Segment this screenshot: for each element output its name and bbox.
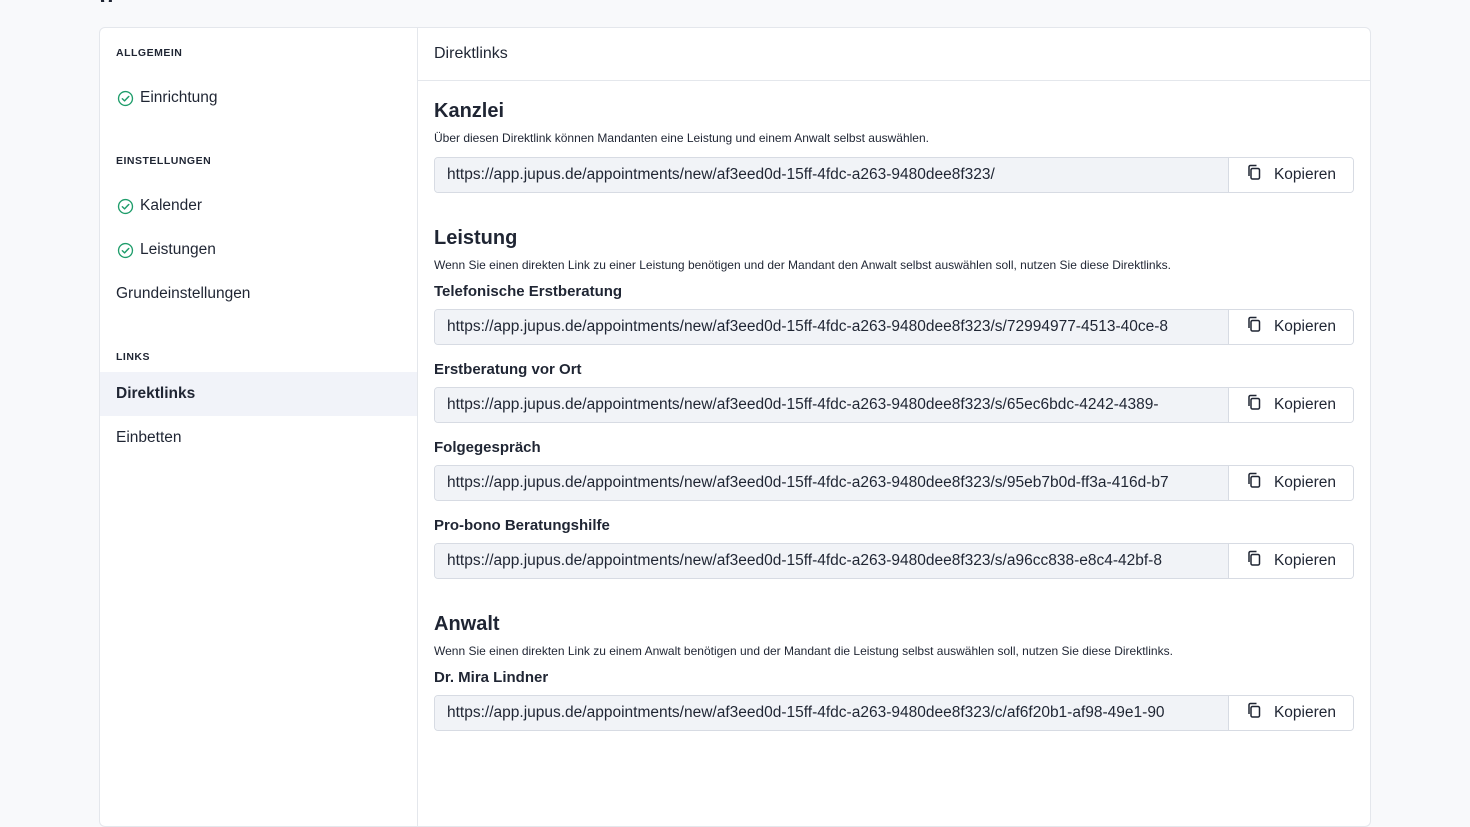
copy-icon (1246, 472, 1262, 494)
main-panel: Direktlinks Kanzlei Über diesen Direktli… (418, 28, 1370, 826)
direct-link-field[interactable]: https://app.jupus.de/appointments/new/af… (435, 696, 1228, 730)
sidebar-section-allgemein: ALLGEMEIN (116, 47, 183, 59)
panel-title: Direktlinks (418, 28, 1370, 81)
direct-link-field[interactable]: https://app.jupus.de/appointments/new/af… (435, 310, 1228, 344)
direct-link-field[interactable]: https://app.jupus.de/appointments/new/af… (435, 388, 1228, 422)
sidebar-item-grundeinstellungen[interactable]: Grundeinstellungen (100, 272, 417, 316)
copy-icon (1246, 702, 1262, 724)
sidebar-item-label: Grundeinstellungen (116, 285, 251, 302)
copy-label: Kopieren (1273, 474, 1337, 491)
copy-button[interactable]: Kopieren (1228, 696, 1353, 730)
sidebar-section-einstellungen: EINSTELLUNGEN (116, 155, 212, 167)
link-label: Erstberatung vor Ort (434, 361, 582, 378)
sidebar-item-kalender[interactable]: Kalender (100, 184, 417, 228)
copy-label: Kopieren (1273, 704, 1337, 721)
copy-label: Kopieren (1273, 166, 1337, 183)
copy-button[interactable]: Kopieren (1228, 388, 1353, 422)
copy-button[interactable]: Kopieren (1228, 466, 1353, 500)
sidebar-item-label: Einbetten (116, 429, 182, 446)
sidebar-item-leistungen[interactable]: Leistungen (100, 228, 417, 272)
sidebar: ALLGEMEIN Einrichtung EINSTELLUNGEN Kale… (100, 28, 418, 826)
sidebar-section-links: LINKS (116, 351, 150, 363)
section-title-anwalt: Anwalt (434, 613, 500, 635)
section-description-leistung: Wenn Sie einen direkten Link zu einer Le… (434, 258, 1171, 272)
sidebar-item-label: Leistungen (140, 241, 216, 258)
copy-icon (1246, 394, 1262, 416)
link-row-dr-mira-lindner: https://app.jupus.de/appointments/new/af… (434, 695, 1354, 731)
copy-button[interactable]: Kopieren (1228, 310, 1353, 344)
copy-button[interactable]: Kopieren (1228, 158, 1353, 192)
copy-icon (1246, 316, 1262, 338)
copy-label: Kopieren (1273, 396, 1337, 413)
link-label: Telefonische Erstberatung (434, 283, 623, 300)
section-description-anwalt: Wenn Sie einen direkten Link zu einem An… (434, 644, 1173, 658)
section-title-leistung: Leistung (434, 227, 518, 249)
link-label: Dr. Mira Lindner (434, 669, 549, 686)
link-row-kanzlei: https://app.jupus.de/appointments/new/af… (434, 157, 1354, 193)
direct-link-field[interactable]: https://app.jupus.de/appointments/new/af… (435, 466, 1228, 500)
sidebar-item-label: Kalender (140, 197, 203, 214)
settings-card: ALLGEMEIN Einrichtung EINSTELLUNGEN Kale… (99, 27, 1371, 827)
copy-icon (1246, 164, 1262, 186)
link-label: Folgegespräch (434, 439, 541, 456)
check-circle-icon (116, 197, 134, 215)
sidebar-item-direktlinks[interactable]: Direktlinks (100, 372, 417, 416)
link-row-telefonische-erstberatung: https://app.jupus.de/appointments/new/af… (434, 309, 1354, 345)
copy-label: Kopieren (1273, 318, 1337, 335)
check-circle-icon (116, 241, 134, 259)
link-row-pro-bono-beratungshilfe: https://app.jupus.de/appointments/new/af… (434, 543, 1354, 579)
direct-link-field[interactable]: https://app.jupus.de/appointments/new/af… (435, 544, 1228, 578)
link-row-erstberatung-vor-ort: https://app.jupus.de/appointments/new/af… (434, 387, 1354, 423)
link-row-folgegespraech: https://app.jupus.de/appointments/new/af… (434, 465, 1354, 501)
sidebar-item-einrichtung[interactable]: Einrichtung (100, 76, 417, 120)
page-title-partial: g (100, 0, 113, 2)
link-label: Pro-bono Beratungshilfe (434, 517, 610, 534)
direct-link-field[interactable]: https://app.jupus.de/appointments/new/af… (435, 158, 1228, 192)
sidebar-item-label: Direktlinks (116, 385, 196, 402)
panel-body: Kanzlei Über diesen Direktlink können Ma… (418, 81, 1370, 731)
copy-button[interactable]: Kopieren (1228, 544, 1353, 578)
section-description-kanzlei: Über diesen Direktlink können Mandanten … (434, 131, 929, 145)
sidebar-item-einbetten[interactable]: Einbetten (100, 416, 417, 460)
sidebar-item-label: Einrichtung (140, 89, 218, 106)
copy-label: Kopieren (1273, 552, 1337, 569)
check-circle-icon (116, 89, 134, 107)
section-title-kanzlei: Kanzlei (434, 100, 505, 122)
copy-icon (1246, 550, 1262, 572)
